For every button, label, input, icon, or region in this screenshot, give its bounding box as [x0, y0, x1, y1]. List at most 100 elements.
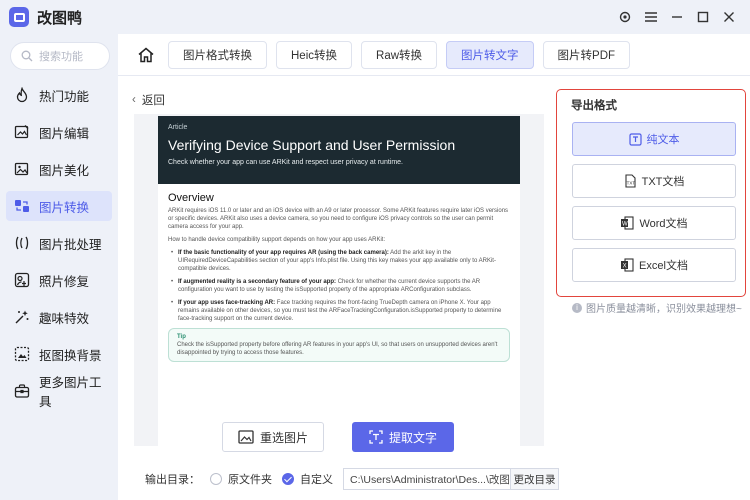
document-list-item: If the basic functionality of your app r… — [171, 249, 510, 273]
tab-raw-convert[interactable]: Raw转换 — [361, 40, 438, 69]
format-label: 纯文本 — [646, 134, 680, 146]
sidebar-item-photo-repair[interactable]: 照片修复 — [6, 265, 112, 295]
minimize-icon[interactable] — [664, 4, 690, 30]
svg-text:X: X — [623, 264, 627, 270]
output-label: 输出目录： — [145, 474, 200, 486]
output-path-field[interactable]: C:\Users\Administrator\Des...\改图鸭 — [343, 468, 511, 490]
chevron-left-icon: ‹ — [132, 94, 136, 106]
batch-icon — [15, 236, 29, 250]
panel-title: 导出格式 — [571, 100, 617, 112]
sidebar-item-label: 照片修复 — [39, 274, 90, 289]
cutout-icon — [14, 346, 30, 362]
export-format-panel: 导出格式 纯文本 TXT TXT文档 W Word文档 X Excel文档 — [556, 89, 746, 297]
sidebar-item-label: 更多图片工具 — [39, 376, 102, 409]
sidebar-item-label: 图片转换 — [39, 200, 90, 215]
word-icon: W — [621, 216, 635, 230]
maximize-icon[interactable] — [690, 4, 716, 30]
sidebar-item-label: 抠图换背景 — [39, 348, 102, 363]
sidebar-item-image-beautify[interactable]: 图片美化 — [6, 154, 112, 184]
document-heading: Overview — [168, 192, 214, 204]
image-convert-icon — [15, 200, 29, 212]
svg-text:TXT: TXT — [626, 181, 635, 186]
option-custom-label: 自定义 — [300, 474, 333, 486]
document-eyebrow: Article — [168, 124, 188, 131]
format-plain-text[interactable]: 纯文本 — [572, 122, 736, 156]
toolbox-icon — [14, 384, 30, 398]
search-placeholder: 搜索功能 — [39, 51, 83, 63]
option-original-label: 原文件夹 — [228, 474, 272, 486]
title-bar: 改图鸭 — [0, 0, 750, 34]
tab-bar: 图片格式转换 Heic转换 Raw转换 图片转文字 图片转PDF — [118, 34, 750, 76]
sidebar-item-image-edit[interactable]: 图片编辑 — [6, 117, 112, 147]
window-controls — [612, 0, 742, 34]
home-icon[interactable] — [132, 41, 160, 69]
close-icon[interactable] — [716, 4, 742, 30]
sidebar-item-effects[interactable]: 趣味特效 — [6, 302, 112, 332]
flame-icon — [16, 87, 28, 103]
image-icon — [238, 430, 254, 444]
excel-icon: X — [621, 258, 634, 272]
app-logo-icon — [9, 7, 29, 27]
tab-format-convert[interactable]: 图片格式转换 — [168, 40, 267, 69]
document-list-item: If augmented reality is a secondary feat… — [171, 278, 510, 294]
image-edit-icon — [14, 125, 29, 139]
svg-text:W: W — [622, 222, 628, 228]
document-subtitle: Check whether your app can use ARKit and… — [168, 159, 404, 166]
format-excel[interactable]: X Excel文档 — [572, 248, 736, 282]
sidebar-item-hot[interactable]: 热门功能 — [6, 80, 112, 110]
tab-image-to-pdf[interactable]: 图片转PDF — [542, 40, 631, 69]
document-title: Verifying Device Support and User Permis… — [168, 137, 456, 153]
document-body: Overview ARKit requires iOS 11.0 or late… — [158, 184, 520, 362]
sidebar-nav: 热门功能 图片编辑 图片美化 图片转换 图片批处理 照片修复 趣味特效 抠图换背… — [6, 80, 112, 413]
radio-original-folder[interactable] — [210, 473, 222, 485]
app-title: 改图鸭 — [37, 9, 83, 27]
document-hero: Article Verifying Device Support and Use… — [158, 116, 520, 184]
txt-file-icon: TXT — [625, 174, 636, 188]
document-tip: Tip Check the isSupported property befor… — [168, 328, 510, 362]
format-label: Word文档 — [639, 218, 688, 230]
tip-heading: Tip — [177, 334, 186, 340]
scan-text-icon — [369, 430, 383, 444]
sidebar-item-label: 图片美化 — [39, 163, 90, 178]
tab-heic-convert[interactable]: Heic转换 — [276, 40, 353, 69]
sidebar-item-label: 图片编辑 — [39, 126, 90, 141]
menu-icon[interactable] — [638, 4, 664, 30]
quality-note: i 图片质量越清晰，识别效果越理想~ — [572, 300, 742, 315]
change-directory-button[interactable]: 更改目录 — [511, 468, 559, 490]
settings-icon[interactable] — [612, 4, 638, 30]
app-window: 改图鸭 搜索功能 热门功能 图片编辑 图片美化 图片转换 图片批处理 照片修复 … — [0, 0, 750, 500]
back-label: 返回 — [141, 95, 165, 107]
info-icon: i — [572, 302, 582, 313]
tip-text: Check the isSupported property before of… — [177, 342, 498, 356]
back-link[interactable]: ‹ 返回 — [132, 92, 165, 108]
main-panel: 图片格式转换 Heic转换 Raw转换 图片转文字 图片转PDF ‹ 返回 Ar… — [118, 34, 750, 500]
document-image: Article Verifying Device Support and Use… — [158, 116, 520, 446]
format-label: TXT文档 — [641, 176, 685, 188]
format-word[interactable]: W Word文档 — [572, 206, 736, 240]
search-icon — [21, 50, 33, 62]
sidebar-item-batch[interactable]: 图片批处理 — [6, 228, 112, 258]
image-preview: Article Verifying Device Support and Use… — [134, 114, 544, 446]
sidebar-item-label: 图片批处理 — [39, 237, 102, 252]
text-icon — [628, 132, 642, 146]
document-paragraph: How to handle device compatibility suppo… — [168, 237, 386, 243]
sidebar-item-label: 趣味特效 — [39, 311, 90, 326]
search-input[interactable]: 搜索功能 — [10, 42, 110, 70]
sidebar-item-cutout[interactable]: 抠图换背景 — [6, 339, 112, 369]
format-txt[interactable]: TXT TXT文档 — [572, 164, 736, 198]
extract-text-button[interactable]: 提取文字 — [352, 422, 454, 452]
image-beautify-icon — [14, 162, 29, 176]
reselect-image-button[interactable]: 重选图片 — [222, 422, 324, 452]
sidebar: 搜索功能 热门功能 图片编辑 图片美化 图片转换 图片批处理 照片修复 趣味特效… — [0, 34, 118, 500]
note-text: 图片质量越清晰，识别效果越理想~ — [586, 304, 742, 315]
radio-custom-folder[interactable] — [282, 473, 294, 485]
document-list-item: If your app uses face-tracking AR: Face … — [171, 299, 510, 323]
tab-image-to-text[interactable]: 图片转文字 — [446, 40, 534, 69]
output-directory: 输出目录： 原文件夹 自定义 C:\Users\Administrator\De… — [145, 468, 559, 490]
extract-label: 提取文字 — [388, 430, 437, 445]
photo-repair-icon — [14, 272, 30, 288]
sidebar-item-image-convert[interactable]: 图片转换 — [6, 191, 112, 221]
sidebar-item-label: 热门功能 — [39, 89, 90, 104]
sidebar-item-more-tools[interactable]: 更多图片工具 — [6, 376, 112, 409]
document-paragraph: ARKit requires iOS 11.0 or later and an … — [168, 208, 509, 230]
